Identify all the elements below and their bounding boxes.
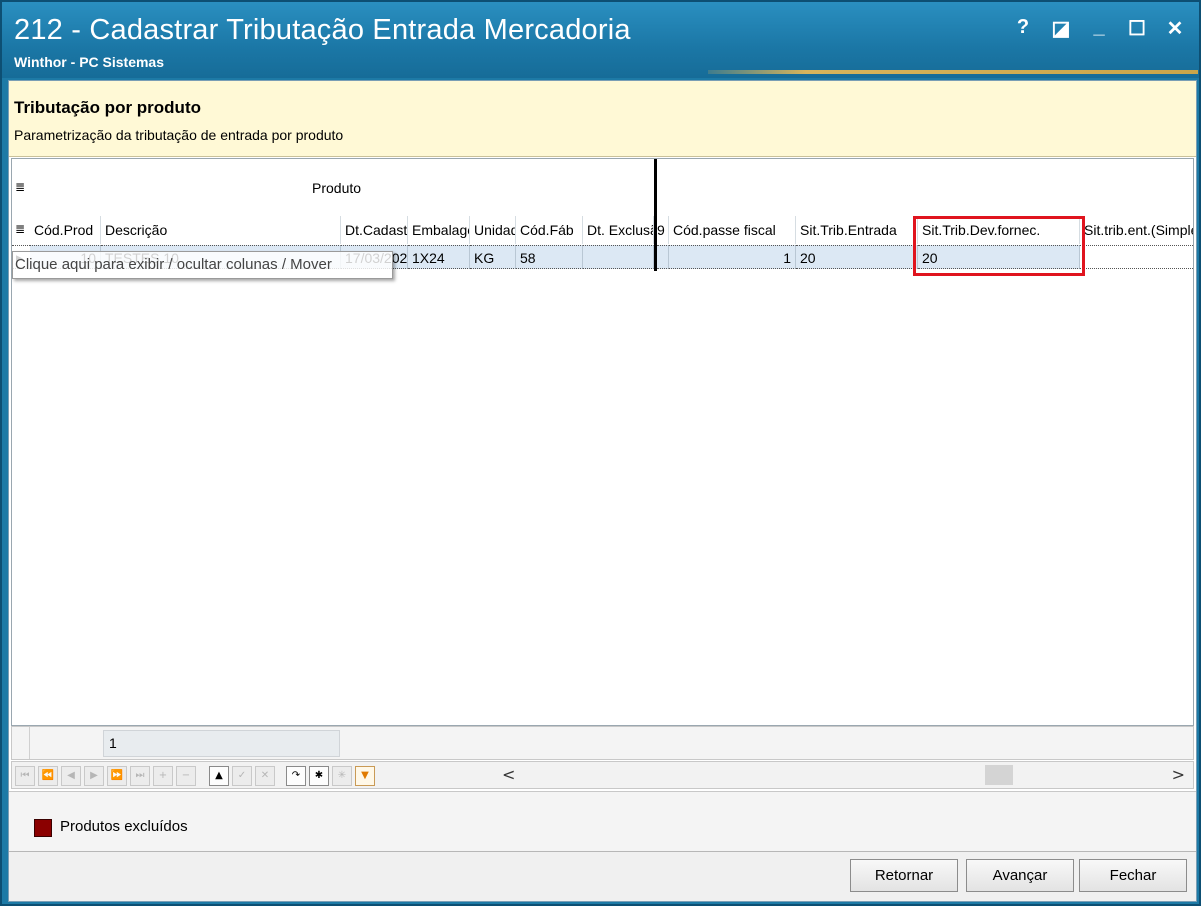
cell-embalagem[interactable]: 1X24 xyxy=(408,245,470,269)
column-chooser-tooltip: Clique aqui para exibir / ocultar coluna… xyxy=(12,251,393,279)
window-title: 212 - Cadastrar Tributação Entrada Merca… xyxy=(14,14,631,46)
tax-grid[interactable]: ≣ Produto ≣ Cód.Prod Descrição Dt.Cadast… xyxy=(11,158,1194,726)
delete-icon[interactable]: − xyxy=(176,766,196,786)
help-icon[interactable]: ? xyxy=(1013,16,1033,41)
cell-sit-trib-ent-simples[interactable] xyxy=(1080,245,1193,269)
col-header-embalagem[interactable]: Embalagem xyxy=(408,216,470,244)
scroll-right-icon[interactable]: > xyxy=(1172,765,1185,784)
column-chooser-icon[interactable]: ≣ xyxy=(15,222,25,236)
maximize-icon[interactable]: ☐ xyxy=(1127,16,1147,41)
cancel-icon[interactable]: ✕ xyxy=(255,766,275,786)
cell-unidade[interactable]: KG xyxy=(470,245,516,269)
grid-navigator: ⏮ ⏪ ◀ ▶ ⏩ ⏭ + − ▲ ✓ ✕ ↷ ✱ ✳ ▼ < > xyxy=(11,761,1194,789)
close-icon[interactable]: ✕ xyxy=(1165,16,1185,41)
highlight-box xyxy=(913,216,1085,276)
last-record-icon[interactable]: ⏭ xyxy=(130,766,150,786)
cell-9[interactable] xyxy=(657,245,669,269)
band-label: Produto xyxy=(312,180,362,196)
return-button[interactable]: Retornar xyxy=(850,859,958,892)
minimize-icon[interactable]: _ xyxy=(1089,16,1109,41)
filter-icon[interactable]: ▼ xyxy=(355,766,375,786)
cell-cod-fab[interactable]: 58 xyxy=(516,245,583,269)
page-subtitle: Parametrização da tributação de entrada … xyxy=(14,127,344,143)
content-area: Tributação por produto Parametrização da… xyxy=(8,80,1197,902)
window-controls: ? ◪ _ ☐ ✕ xyxy=(1013,16,1185,41)
legend-area: Produtos excluídos xyxy=(9,791,1196,851)
title-bar: 212 - Cadastrar Tributação Entrada Merca… xyxy=(2,2,1199,78)
restore-icon[interactable]: ◪ xyxy=(1051,16,1071,41)
band-produto: ≣ Produto xyxy=(12,159,655,216)
post-icon[interactable]: ✓ xyxy=(232,766,252,786)
prior-record-icon[interactable]: ◀ xyxy=(61,766,81,786)
first-record-icon[interactable]: ⏮ xyxy=(15,766,35,786)
page-header: Tributação por produto Parametrização da… xyxy=(9,81,1196,157)
col-header-descricao[interactable]: Descrição xyxy=(101,216,341,244)
bookmark-icon[interactable]: ✱ xyxy=(309,766,329,786)
title-accent-line xyxy=(708,70,1198,74)
next-button[interactable]: Avançar xyxy=(966,859,1074,892)
refresh-icon[interactable]: ↷ xyxy=(286,766,306,786)
record-count: 1 xyxy=(103,730,340,757)
main-window: 212 - Cadastrar Tributação Entrada Merca… xyxy=(0,0,1201,906)
cell-sit-trib-entrada[interactable]: 20 xyxy=(796,245,918,269)
edit-icon[interactable]: ▲ xyxy=(209,766,229,786)
next-record-icon[interactable]: ▶ xyxy=(84,766,104,786)
prior-page-icon[interactable]: ⏪ xyxy=(38,766,58,786)
column-chooser-icon[interactable]: ≣ xyxy=(15,180,25,194)
col-header-dt-cadastro[interactable]: Dt.Cadastro xyxy=(341,216,408,244)
col-header-cod-passe-fiscal[interactable]: Cód.passe fiscal xyxy=(669,216,796,244)
button-bar: Retornar Avançar Fechar xyxy=(9,851,1196,901)
insert-icon[interactable]: + xyxy=(153,766,173,786)
grid-footer: 1 xyxy=(11,726,1194,760)
close-button[interactable]: Fechar xyxy=(1079,859,1187,892)
window-subtitle: Winthor - PC Sistemas xyxy=(14,54,165,70)
col-header-cod-fab[interactable]: Cód.Fáb xyxy=(516,216,583,244)
cell-cod-passe-fiscal[interactable]: 1 xyxy=(669,245,796,269)
cell-dt-exclusao[interactable] xyxy=(583,245,654,269)
col-header-9[interactable]: 9 xyxy=(657,216,669,244)
scrollbar-thumb[interactable] xyxy=(985,765,1013,785)
page-title: Tributação por produto xyxy=(14,98,201,117)
col-header-sit-trib-entrada[interactable]: Sit.Trib.Entrada xyxy=(796,216,918,244)
col-header-cod-prod[interactable]: Cód.Prod xyxy=(30,216,101,244)
legend-label: Produtos excluídos xyxy=(60,818,188,835)
col-header-sit-trib-ent-simples[interactable]: Sit.trib.ent.(Simples) xyxy=(1080,216,1193,244)
footer-separator xyxy=(29,727,30,759)
legend-swatch xyxy=(34,819,52,837)
goto-bookmark-icon[interactable]: ✳ xyxy=(332,766,352,786)
col-header-unidade[interactable]: Unidade xyxy=(470,216,516,244)
scroll-left-icon[interactable]: < xyxy=(502,765,515,784)
col-header-dt-exclusao[interactable]: Dt. Exclusão xyxy=(583,216,654,244)
next-page-icon[interactable]: ⏩ xyxy=(107,766,127,786)
